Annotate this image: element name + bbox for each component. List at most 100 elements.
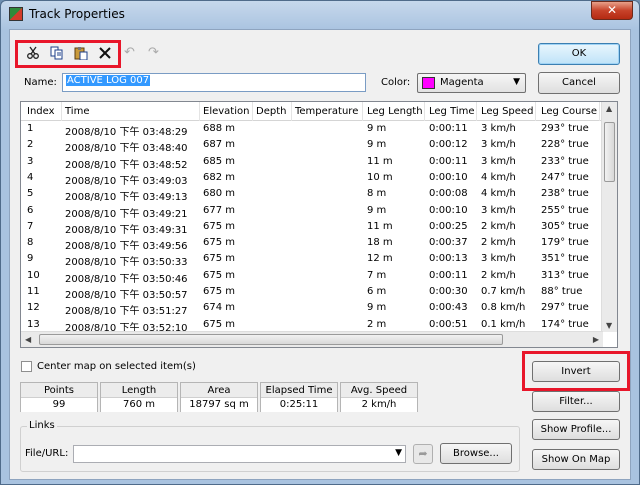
table-row[interactable]: 9 2008/8/10 下午 03:50:33 675 m 12 m 0:00:13 3 … [21,253,610,269]
column-divider[interactable] [424,102,425,121]
name-input[interactable]: ACTIVE LOG 007 [62,73,366,92]
table-cell: 313° true [541,269,589,281]
column-header[interactable]: Time [65,106,89,117]
table-cell: 293° true [541,123,589,134]
center-map-checkbox[interactable] [21,361,32,372]
table-row[interactable]: 2 2008/8/10 下午 03:48:40 687 m 9 m 0:00:12 3 k… [21,139,610,155]
edit-toolbar [15,40,121,68]
table-row[interactable]: 7 2008/8/10 下午 03:49:31 675 m 11 m 0:00:25 2 … [21,220,610,237]
redo-icon[interactable]: ↷ [148,45,159,60]
table-cell: 4 km/h [481,188,516,200]
paste-icon[interactable] [72,46,90,64]
column-divider[interactable] [535,102,536,121]
delete-x-icon[interactable] [96,46,114,64]
vertical-scrollbar[interactable]: ▲ ▼ [601,102,617,332]
column-divider[interactable] [199,102,200,121]
table-cell: 3 km/h [481,123,516,134]
column-header[interactable]: Leg Speed [481,106,533,117]
table-cell: 675 m [203,286,236,297]
table-cell: 3 km/h [481,155,516,167]
area-stat: Area 18797 sq m [180,382,258,412]
table-cell: 3 km/h [481,253,516,265]
scissors-icon[interactable] [24,46,42,64]
table-header: Index Time Elevation Depth Temperature Leg Le… [21,102,609,121]
chevron-down-icon: ▼ [513,77,520,87]
table-cell: 6 m [367,286,387,297]
column-header[interactable]: Elevation [203,106,249,117]
table-cell: 6 [27,204,34,216]
table-cell: 2008/8/10 下午 03:48:40 [65,143,188,155]
table-cell: 675 m [203,253,236,265]
table-cell: 3 km/h [481,139,516,151]
go-link-button[interactable]: ➦ [413,444,433,464]
undo-icon[interactable]: ↶ [124,45,135,60]
file-url-label: File/URL: [25,448,69,459]
points-value: 99 [21,398,97,412]
column-header[interactable]: Leg Length [367,106,423,117]
avg-speed-value: 2 km/h [341,398,417,412]
length-stat: Length 760 m [100,382,178,412]
table-row[interactable]: 3 2008/8/10 下午 03:48:52 685 m 11 m 0:00:11 3 … [21,155,610,172]
table-cell: 10 [27,269,40,281]
center-map-label[interactable]: Center map on selected item(s) [37,361,196,372]
table-row[interactable]: 6 2008/8/10 下午 03:49:21 677 m 9 m 0:00:10 3 k… [21,204,610,221]
column-header[interactable]: Leg Course [541,106,597,117]
name-label: Name: [24,77,57,88]
column-divider[interactable] [362,102,363,121]
table-cell: 2008/8/10 下午 03:49:56 [65,241,188,253]
scroll-up-icon[interactable]: ▲ [606,104,612,113]
horizontal-scroll-thumb[interactable] [39,334,503,345]
scroll-left-icon[interactable]: ◀ [25,335,31,344]
table-row[interactable]: 1 2008/8/10 下午 03:48:29 688 m 9 m 0:00:11 3 k… [21,123,610,139]
column-divider[interactable] [476,102,477,121]
table-row[interactable]: 10 2008/8/10 下午 03:50:46 675 m 7 m 0:00:11 2 … [21,269,610,286]
table-cell: 0.1 km/h [481,318,526,330]
scroll-down-icon[interactable]: ▼ [606,321,612,330]
table-cell: 238° true [541,188,589,200]
cancel-button[interactable]: Cancel [538,72,620,94]
column-divider[interactable] [599,102,600,121]
column-header[interactable]: Depth [256,106,286,117]
table-row[interactable]: 4 2008/8/10 下午 03:49:03 682 m 10 m 0:00:10 4 … [21,172,610,188]
table-cell: 0:00:37 [429,237,468,249]
table-cell: 1 [27,123,34,134]
table-cell: 2 km/h [481,220,516,232]
table-cell: 0.7 km/h [481,286,526,297]
copy-icon[interactable] [48,46,66,64]
table-cell: 2008/8/10 下午 03:50:57 [65,290,188,301]
area-value: 18797 sq m [181,398,257,412]
filter-button[interactable]: Filter... [532,391,620,412]
table-cell: 2008/8/10 下午 03:48:52 [65,159,188,171]
table-cell: 3 km/h [481,204,516,216]
track-points-table[interactable]: Index Time Elevation Depth Temperature Leg Le… [20,101,618,348]
title-bar[interactable]: Track Properties ✕ [1,1,639,29]
column-header[interactable]: Leg Time [429,106,475,117]
invert-button[interactable]: Invert [532,361,620,382]
close-button[interactable]: ✕ [591,1,633,20]
show-on-map-button[interactable]: Show On Map [532,449,620,470]
color-dropdown[interactable]: Magenta ▼ [417,73,526,93]
table-cell: 12 m [367,253,393,265]
ok-button[interactable]: OK [538,43,620,65]
elapsed-time-stat: Elapsed Time 0:25:11 [260,382,338,412]
column-divider[interactable] [61,102,62,121]
vertical-scroll-thumb[interactable] [604,122,615,182]
browse-button[interactable]: Browse... [440,443,512,464]
table-row[interactable]: 11 2008/8/10 下午 03:50:57 675 m 6 m 0:00:30 0.… [21,286,610,302]
table-row[interactable]: 12 2008/8/10 下午 03:51:27 674 m 9 m 0:00:43 0.… [21,302,610,318]
file-url-combobox[interactable]: ▼ [73,445,406,463]
table-row[interactable]: 5 2008/8/10 下午 03:49:13 680 m 8 m 0:00:08 4 k… [21,188,610,204]
column-divider[interactable] [252,102,253,121]
column-header[interactable]: Temperature [295,106,358,117]
table-cell: 675 m [203,220,236,232]
scroll-right-icon[interactable]: ▶ [593,335,599,344]
column-divider[interactable] [291,102,292,121]
horizontal-scrollbar[interactable]: ◀ ▶ [21,331,603,347]
table-row[interactable]: 8 2008/8/10 下午 03:49:56 675 m 18 m 0:00:37 2 … [21,237,610,253]
app-icon [9,7,23,21]
table-cell: 2008/8/10 下午 03:49:13 [65,192,188,204]
table-cell: 687 m [203,139,236,151]
column-header[interactable]: Index [27,106,55,117]
chevron-down-icon[interactable]: ▼ [395,448,402,458]
show-profile-button[interactable]: Show Profile... [532,419,620,440]
